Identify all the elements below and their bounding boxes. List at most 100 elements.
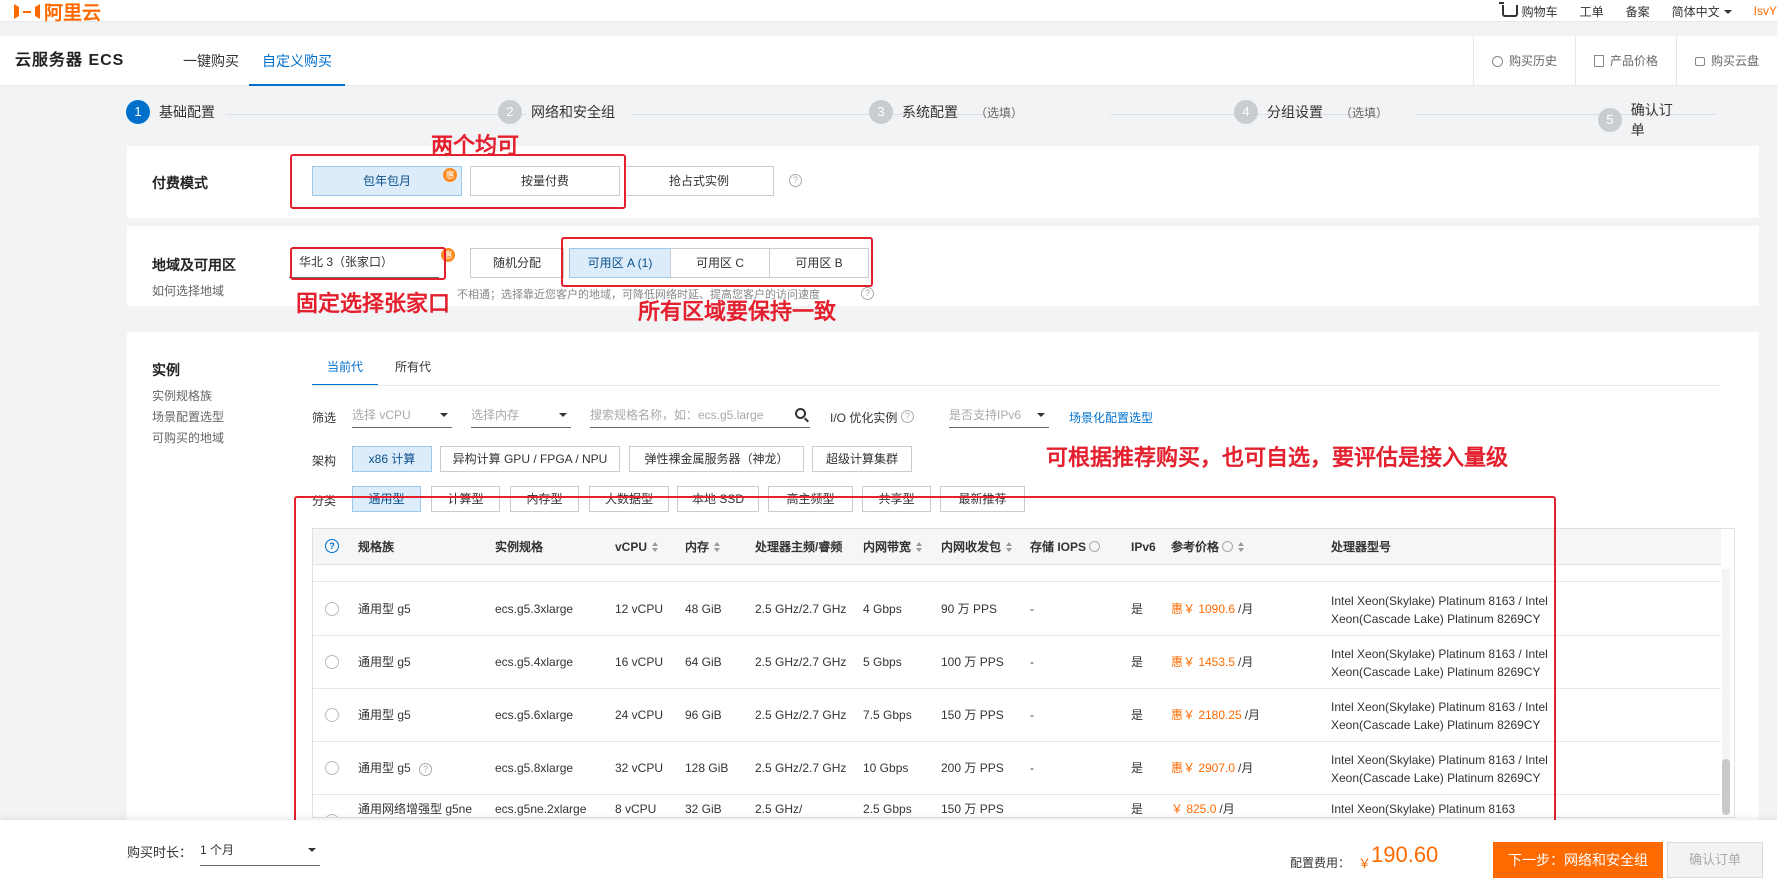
category-bigdata-chip[interactable]: 大数据型 [589, 486, 669, 512]
category-label: 分类 [312, 494, 337, 508]
scrollbar-thumb[interactable] [1722, 759, 1730, 815]
col-price[interactable]: 参考价格 [1171, 529, 1245, 565]
clock-icon [1491, 55, 1503, 67]
row-radio[interactable] [325, 814, 339, 817]
nav-scene-config[interactable]: 场景配置选型 [152, 408, 224, 425]
row-radio[interactable] [325, 708, 339, 722]
arch-hpc-chip[interactable]: 超级计算集群 [812, 446, 912, 472]
fee-label: 配置费用： [1290, 856, 1351, 870]
billing-spot-button[interactable]: 抢占式实例 [624, 166, 774, 196]
step-group-settings[interactable]: 4 分组设置 （选填） [1234, 100, 1388, 124]
buy-disk-link[interactable]: 购买云盘 [1675, 36, 1777, 86]
col-pps[interactable]: 内网收发包 [941, 529, 1013, 565]
table-row [313, 566, 1721, 582]
help-icon[interactable]: ? [325, 539, 339, 553]
step-label: 分组设置 [1267, 104, 1323, 120]
confirm-order-button[interactable]: 确认订单 [1667, 842, 1763, 878]
nav-available-regions[interactable]: 可购买的地域 [152, 429, 224, 446]
language-select[interactable]: 简体中文 [1672, 3, 1732, 20]
zone-c-button[interactable]: 可用区 C [670, 248, 770, 278]
col-vcpu[interactable]: vCPU [615, 529, 659, 565]
discount-badge: 惠 [441, 248, 455, 262]
category-local-ssd-chip[interactable]: 本地 SSD [677, 486, 759, 512]
step-label: 确认订单 [1630, 102, 1673, 138]
step-network[interactable]: 2 网络和安全组 [498, 100, 615, 124]
col-bandwidth[interactable]: 内网带宽 [863, 529, 923, 565]
icp-link[interactable]: 备案 [1626, 3, 1650, 20]
help-icon[interactable] [1222, 541, 1234, 552]
category-shared-chip[interactable]: 共享型 [862, 486, 931, 512]
region-help-link[interactable]: 如何选择地域 [152, 282, 224, 299]
tab-custom-buy[interactable]: 自定义购买 [249, 36, 345, 86]
row-radio[interactable] [325, 602, 339, 616]
next-network-button[interactable]: 下一步：网络和安全组 [1493, 842, 1663, 878]
table-row[interactable]: 通用型 g5 ecs.g5.6xlarge 24 vCPU 96 GiB 2.5… [313, 689, 1721, 742]
help-icon[interactable] [1089, 541, 1101, 552]
vcpu-select[interactable]: 选择 vCPU [352, 402, 452, 428]
step-basic-config[interactable]: 1 基础配置 [126, 100, 215, 124]
tab-current-gen[interactable]: 当前代 [312, 356, 379, 386]
step-system-config[interactable]: 3 系统配置 （选填） [869, 100, 1023, 124]
row-radio[interactable] [325, 761, 339, 775]
duration-label: 购买时长： [127, 845, 193, 860]
ipv6-select[interactable]: 是否支持IPv6 [949, 402, 1049, 428]
table-row[interactable]: 通用型 g5 ecs.g5.4xlarge 16 vCPU 64 GiB 2.5… [313, 636, 1721, 689]
sort-icon [652, 542, 659, 552]
billing-card: 付费模式 包年包月 惠 按量付费 抢占式实例 ? [127, 146, 1759, 218]
sort-icon [714, 542, 721, 552]
product-price-link[interactable]: 产品价格 [1574, 36, 1676, 86]
region-label: 地域及可用区 [152, 257, 236, 273]
io-optimized-label: I/O 优化实例 [830, 411, 898, 425]
help-icon[interactable]: ? [861, 287, 874, 300]
zone-a-button[interactable]: 可用区 A (1) [569, 248, 671, 278]
chevron-down-icon [308, 848, 316, 852]
aliyun-logo[interactable]: 阿里云 [14, 0, 102, 24]
arch-x86-chip[interactable]: x86 计算 [352, 446, 432, 472]
cart-link[interactable]: 购物车 [1498, 1, 1558, 20]
step-connector [226, 114, 526, 115]
step-confirm-order[interactable]: 5 确认订单 [1598, 100, 1686, 140]
chevron-down-icon [440, 413, 448, 417]
col-processor: 处理器型号 [1331, 540, 1392, 554]
region-select[interactable]: 华北 3（张家口） [289, 248, 439, 278]
divider [311, 385, 1721, 386]
discount-badge: 惠 [443, 168, 457, 182]
billing-subscription-button[interactable]: 包年包月 [312, 166, 462, 196]
table-scrollbar[interactable] [1722, 569, 1730, 815]
scene-config-link[interactable]: 场景化配置选型 [1069, 409, 1153, 426]
arch-baremetal-chip[interactable]: 弹性裸金属服务器（神龙） [629, 446, 804, 472]
row-radio[interactable] [325, 655, 339, 669]
category-general-chip[interactable]: 通用型 [352, 486, 421, 512]
purchase-history-link[interactable]: 购买历史 [1472, 36, 1575, 86]
col-frequency: 处理器主频/睿频 [755, 540, 843, 554]
category-memory-chip[interactable]: 内存型 [510, 486, 579, 512]
spec-search-input[interactable]: 搜索规格名称，如：ecs.g5.large [590, 402, 810, 428]
user-account-link[interactable]: IsvY [1754, 4, 1777, 18]
zone-b-button[interactable]: 可用区 B [769, 248, 869, 278]
help-icon[interactable]: ? [789, 174, 802, 187]
tab-all-gen[interactable]: 所有代 [395, 356, 431, 386]
step-progress: 1 基础配置 2 网络和安全组 3 系统配置 （选填） 4 分组设置 （选填） … [126, 100, 1716, 138]
table-row[interactable]: 通用型 g5 ecs.g5.3xlarge 12 vCPU 48 GiB 2.5… [313, 583, 1721, 636]
annotation-zones: 所有区域要保持一致 [638, 299, 837, 324]
search-icon[interactable] [795, 408, 806, 419]
help-icon[interactable]: ? [419, 763, 432, 776]
category-high-freq-chip[interactable]: 高主频型 [768, 486, 853, 512]
logo-text: 阿里云 [44, 2, 102, 24]
arch-gpu-chip[interactable]: 异构计算 GPU / FPGA / NPU [440, 446, 620, 472]
document-icon [1593, 55, 1604, 67]
step-label: 网络和安全组 [531, 104, 615, 120]
memory-select[interactable]: 选择内存 [471, 402, 571, 428]
ticket-link[interactable]: 工单 [1580, 3, 1604, 20]
nav-instance-family[interactable]: 实例规格族 [152, 387, 212, 404]
category-latest-chip[interactable]: 最新推荐 [940, 486, 1025, 512]
category-compute-chip[interactable]: 计算型 [431, 486, 500, 512]
help-icon[interactable]: ? [901, 410, 914, 423]
table-row[interactable]: 通用网络增强型 g5ne ecs.g5ne.2xlarge 8 vCPU 32 … [313, 795, 1721, 817]
col-memory[interactable]: 内存 [685, 529, 721, 565]
tab-quick-buy[interactable]: 一键购买 [183, 36, 239, 86]
billing-payg-button[interactable]: 按量付费 [470, 166, 620, 196]
step-optional: （选填） [1340, 105, 1389, 120]
duration-select[interactable]: 1 个月 [200, 834, 320, 866]
zone-random-button[interactable]: 随机分配 [470, 248, 564, 278]
